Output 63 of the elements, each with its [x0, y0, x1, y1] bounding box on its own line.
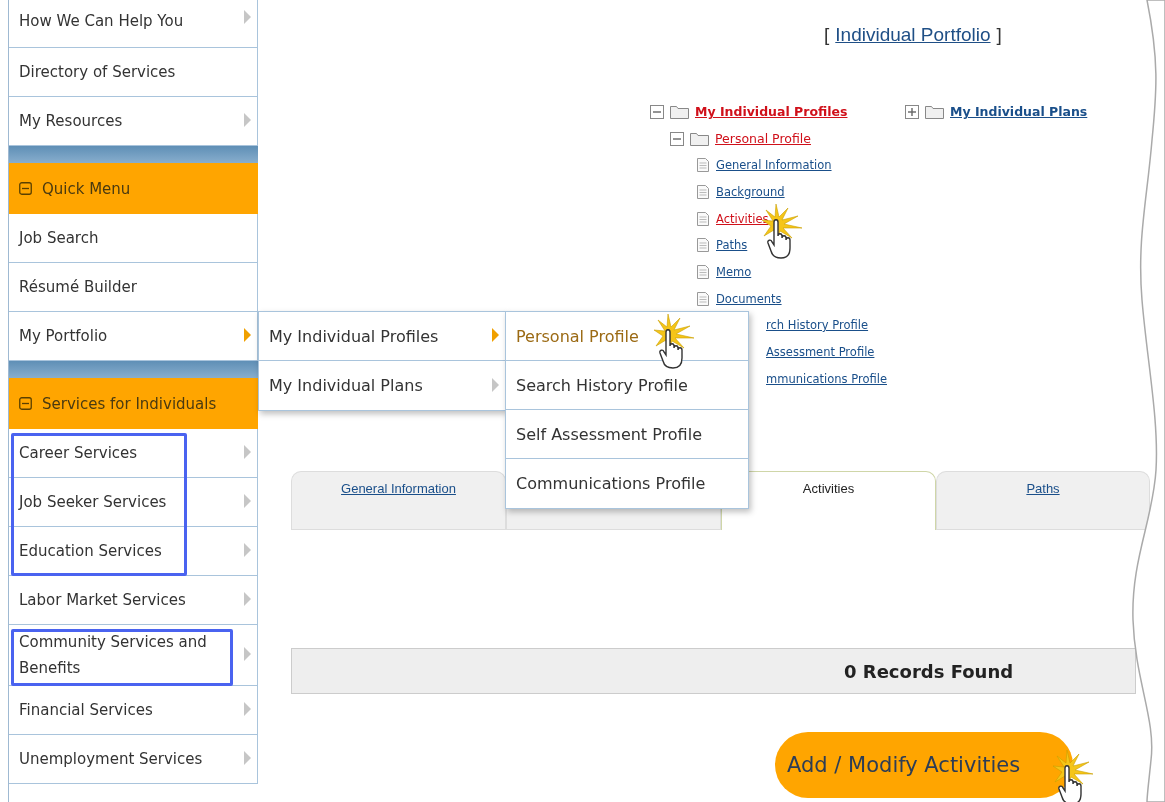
sidebar-item[interactable]: My Resources	[9, 97, 258, 146]
tree-link[interactable]: Documents	[716, 291, 782, 306]
submenu-arrow-icon	[244, 10, 251, 24]
collapse-icon	[19, 182, 32, 195]
document-icon	[697, 238, 709, 253]
flyout-item[interactable]: Self Assessment Profile	[506, 410, 748, 459]
tree-link[interactable]: My Individual Plans	[950, 104, 1088, 119]
submenu-arrow-icon	[244, 328, 251, 342]
folder-icon	[690, 131, 709, 146]
tree-link[interactable]: General Information	[716, 158, 832, 173]
tree-link[interactable]: Memo	[716, 265, 752, 280]
tab[interactable]: Activities	[721, 471, 936, 530]
tree-toggle-icon[interactable]	[905, 104, 919, 119]
sidebar-item[interactable]: Education Services	[9, 527, 258, 576]
section-header[interactable]: Quick Menu	[9, 163, 258, 214]
document-icon	[697, 185, 709, 200]
add-modify-button[interactable]: Add / Modify Activities	[775, 732, 1073, 798]
flyout-item[interactable]: Search History Profile	[506, 361, 748, 410]
folder-icon	[925, 104, 944, 119]
tree-toggle-icon[interactable]	[650, 104, 664, 119]
sidebar-item[interactable]: Unemployment Services	[9, 735, 258, 784]
submenu-arrow-icon	[244, 702, 251, 716]
sidebar-item[interactable]: Labor Market Services	[9, 576, 258, 625]
tree-link[interactable]: Activities	[716, 211, 769, 226]
sidebar-item[interactable]: How We Can Help You	[9, 0, 258, 48]
submenu-arrow-icon	[244, 113, 251, 127]
tree-link[interactable]: rch History Profile	[766, 318, 869, 333]
document-icon	[697, 158, 709, 173]
tree-link[interactable]: Personal Profile	[715, 131, 811, 146]
tab[interactable]: Paths	[936, 471, 1150, 529]
tree-link[interactable]: Background	[716, 185, 785, 200]
tree-link[interactable]: Paths	[716, 238, 748, 253]
submenu-arrow-icon	[244, 494, 251, 508]
submenu-arrow-icon	[244, 445, 251, 459]
submenu-arrow-icon	[244, 751, 251, 765]
sidebar-item[interactable]: My Portfolio	[9, 312, 258, 361]
folder-icon	[670, 104, 689, 119]
tree-link[interactable]: mmunications Profile	[766, 371, 887, 386]
section-header[interactable]: Services for Individuals	[9, 378, 258, 429]
sidebar-item[interactable]: Job Search	[9, 214, 258, 263]
tab[interactable]: General Information	[291, 471, 506, 529]
sidebar-item[interactable]: Career Services	[9, 429, 258, 478]
flyout-item[interactable]: Personal Profile	[506, 312, 748, 361]
sidebar-item[interactable]: Directory of Services	[9, 48, 258, 97]
tree-link[interactable]: My Individual Profiles	[695, 104, 848, 119]
sidebar-item[interactable]: Résumé Builder	[9, 263, 258, 312]
section-title: Services for Individuals	[42, 394, 217, 413]
document-icon	[697, 265, 709, 280]
bracket: ]	[996, 24, 1002, 47]
records-count: 0 Records Found	[844, 660, 1014, 682]
portfolio-link[interactable]: Individual Portfolio	[835, 24, 991, 50]
sidebar-item[interactable]: Financial Services	[9, 686, 258, 735]
bracket: [	[824, 24, 830, 47]
collapse-icon	[19, 397, 32, 410]
submenu-arrow-icon	[244, 592, 251, 606]
document-icon	[697, 211, 709, 226]
document-icon	[697, 291, 709, 306]
submenu-arrow-icon	[244, 647, 251, 661]
tree-toggle-icon[interactable]	[670, 131, 684, 146]
submenu-arrow-icon	[244, 543, 251, 557]
section-title: Quick Menu	[42, 179, 131, 198]
tree-link[interactable]: Assessment Profile	[766, 345, 875, 360]
sidebar-item[interactable]: Job Seeker Services	[9, 478, 258, 527]
